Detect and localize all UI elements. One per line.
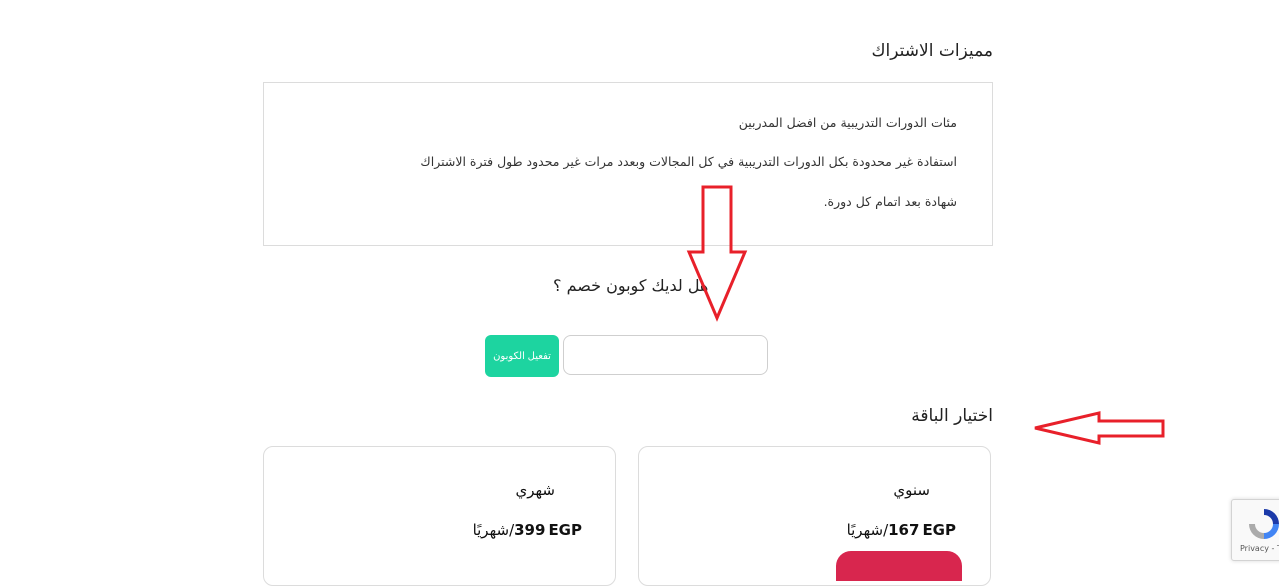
plan-name: شهري — [515, 481, 556, 499]
recaptcha-badge[interactable]: Privacy - Te — [1231, 499, 1279, 561]
price-period: /شهريًا — [846, 521, 889, 539]
recaptcha-privacy-text[interactable]: Privacy - Te — [1240, 544, 1279, 553]
plan-price: 399 EGP/شهريًا — [473, 521, 585, 539]
plan-price: 167 EGP/شهريًا — [847, 521, 959, 539]
feature-item: شهادة بعد اتمام كل دورة. — [823, 194, 957, 209]
features-box: مئات الدورات التدريبية من افضل المدربين … — [263, 82, 993, 246]
package-title: اختيار الباقة — [911, 406, 993, 426]
plan-card-yearly[interactable]: سنوي 167 EGP/شهريًا — [638, 446, 991, 586]
down-arrow-annotation — [686, 185, 748, 322]
coupon-input[interactable] — [563, 335, 768, 375]
price-value: 399 — [514, 521, 546, 539]
down-arrow-shape — [686, 185, 748, 322]
left-arrow-shape — [1034, 411, 1165, 445]
activate-coupon-button[interactable]: تفعيل الكوبون — [485, 335, 559, 377]
price-period: /شهريًا — [472, 521, 515, 539]
features-title: مميزات الاشتراك — [871, 41, 993, 61]
currency: EGP — [548, 521, 582, 539]
subscribe-button[interactable] — [836, 551, 962, 581]
plan-card-monthly[interactable]: شهري 399 EGP/شهريًا — [263, 446, 616, 586]
feature-item: مئات الدورات التدريبية من افضل المدربين — [738, 115, 957, 130]
plan-name: سنوي — [893, 481, 930, 499]
currency: EGP — [922, 521, 956, 539]
feature-item: استفادة غير محدودة بكل الدورات التدريبية… — [420, 154, 957, 169]
left-arrow-annotation — [1034, 411, 1165, 445]
recaptcha-icon — [1249, 509, 1279, 539]
price-value: 167 — [888, 521, 920, 539]
